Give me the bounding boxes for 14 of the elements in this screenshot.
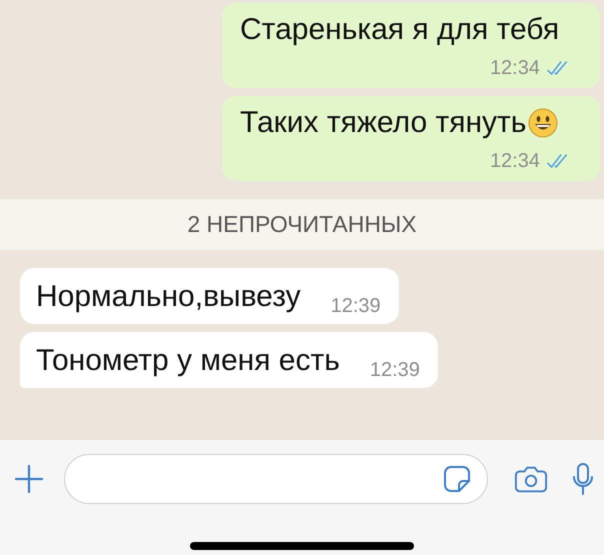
plus-icon[interactable] [14,464,44,494]
message-text: Нормально,вывезу [36,280,301,314]
message-time: 12:34 [490,57,540,80]
message-text: Таких тяжело тянуть [240,106,526,140]
unread-banner: 2 НЕПРОЧИТАННЫХ [0,199,604,250]
message-text: Тонометр у меня есть [36,344,340,378]
message-time: 12:34 [490,150,540,173]
camera-icon[interactable] [514,464,548,494]
sticker-icon[interactable] [443,465,471,493]
message-input-field[interactable] [64,454,488,504]
message-text: Старенькая я для тебя [240,13,560,47]
message-time: 12:39 [330,295,381,318]
microphone-icon[interactable] [572,462,594,496]
message-time: 12:39 [370,359,420,382]
